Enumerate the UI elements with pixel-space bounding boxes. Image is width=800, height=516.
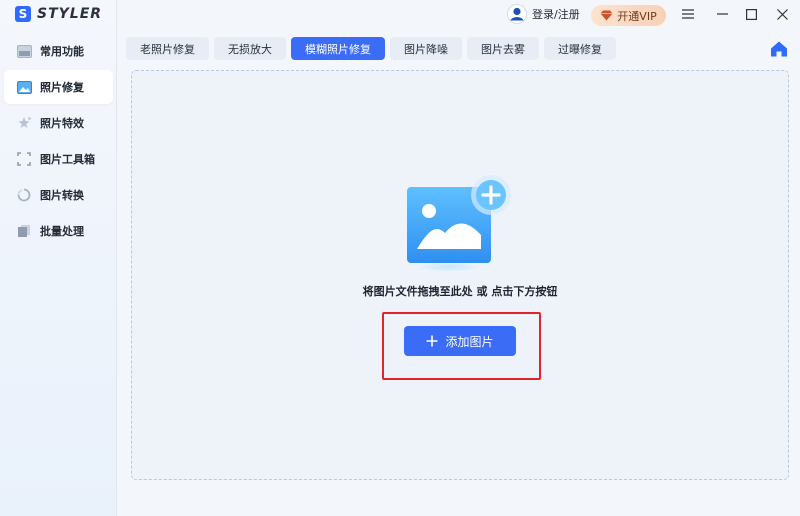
sidebar-item-common-functions[interactable]: 常用功能 — [4, 34, 113, 68]
photo-effects-icon — [16, 115, 32, 131]
user-avatar-icon — [507, 4, 527, 24]
diamond-icon — [600, 10, 613, 21]
add-image-button[interactable]: 添加图片 — [404, 326, 516, 356]
logo-text: STYLER — [37, 6, 103, 22]
maximize-button[interactable] — [743, 6, 759, 22]
sidebar-item-toolbox[interactable]: 图片工具箱 — [4, 142, 113, 176]
home-icon — [771, 41, 787, 57]
sidebar-item-photo-repair[interactable]: 照片修复 — [4, 70, 113, 104]
login-label: 登录/注册 — [532, 8, 580, 21]
add-image-icon — [407, 175, 511, 272]
minimize-button[interactable] — [714, 6, 730, 22]
login-register-button[interactable]: 登录/注册 — [507, 4, 580, 24]
plus-icon — [426, 335, 438, 347]
sidebar-item-label: 图片工具箱 — [40, 153, 95, 166]
close-icon — [776, 8, 788, 20]
tab-old-photo-repair[interactable]: 老照片修复 — [126, 37, 209, 60]
convert-icon — [16, 187, 32, 203]
drop-hint-text: 将图片文件拖拽至此处 或 点击下方按钮 — [362, 285, 558, 298]
sidebar-item-label: 照片修复 — [40, 81, 84, 94]
tab-lossless-upscale[interactable]: 无损放大 — [214, 37, 286, 60]
sidebar-item-label: 常用功能 — [40, 45, 84, 58]
sidebar-item-label: 图片转换 — [40, 189, 84, 202]
app-logo: S STYLER — [15, 5, 102, 23]
home-button[interactable] — [770, 40, 788, 58]
minimize-icon — [716, 13, 728, 15]
maximize-icon — [745, 8, 757, 20]
close-button[interactable] — [774, 6, 790, 22]
sidebar-item-photo-effects[interactable]: 照片特效 — [4, 106, 113, 140]
sidebar-item-label: 批量处理 — [40, 225, 84, 238]
sidebar-item-convert[interactable]: 图片转换 — [4, 178, 113, 212]
sidebar-item-label: 照片特效 — [40, 117, 84, 130]
hamburger-menu-icon — [682, 9, 694, 19]
tab-blurry-photo-repair[interactable]: 模糊照片修复 — [291, 37, 385, 60]
open-vip-button[interactable]: 开通VIP — [591, 5, 666, 26]
title-bar: 登录/注册 开通VIP — [117, 0, 800, 30]
toolbox-icon — [16, 151, 32, 167]
sidebar: S STYLER 常用功能 照片修复 照片特效 图片工具箱 图片转换 批量处理 — [0, 0, 117, 516]
menu-button[interactable] — [680, 6, 696, 22]
tab-overexposure-repair[interactable]: 过曝修复 — [544, 37, 616, 60]
logo-mark-icon: S — [15, 6, 31, 22]
common-functions-icon — [16, 43, 32, 59]
sidebar-item-batch[interactable]: 批量处理 — [4, 214, 113, 248]
batch-icon — [16, 223, 32, 239]
tab-image-denoise[interactable]: 图片降噪 — [390, 37, 462, 60]
image-drop-zone[interactable] — [131, 70, 789, 480]
sidebar-nav: 常用功能 照片修复 照片特效 图片工具箱 图片转换 批量处理 — [0, 32, 117, 250]
tab-image-dehaze[interactable]: 图片去雾 — [467, 37, 539, 60]
vip-label: 开通VIP — [617, 9, 657, 23]
photo-repair-icon — [16, 79, 32, 95]
add-image-label: 添加图片 — [445, 334, 494, 349]
feature-tabs: 老照片修复 无损放大 模糊照片修复 图片降噪 图片去雾 过曝修复 — [126, 37, 616, 60]
